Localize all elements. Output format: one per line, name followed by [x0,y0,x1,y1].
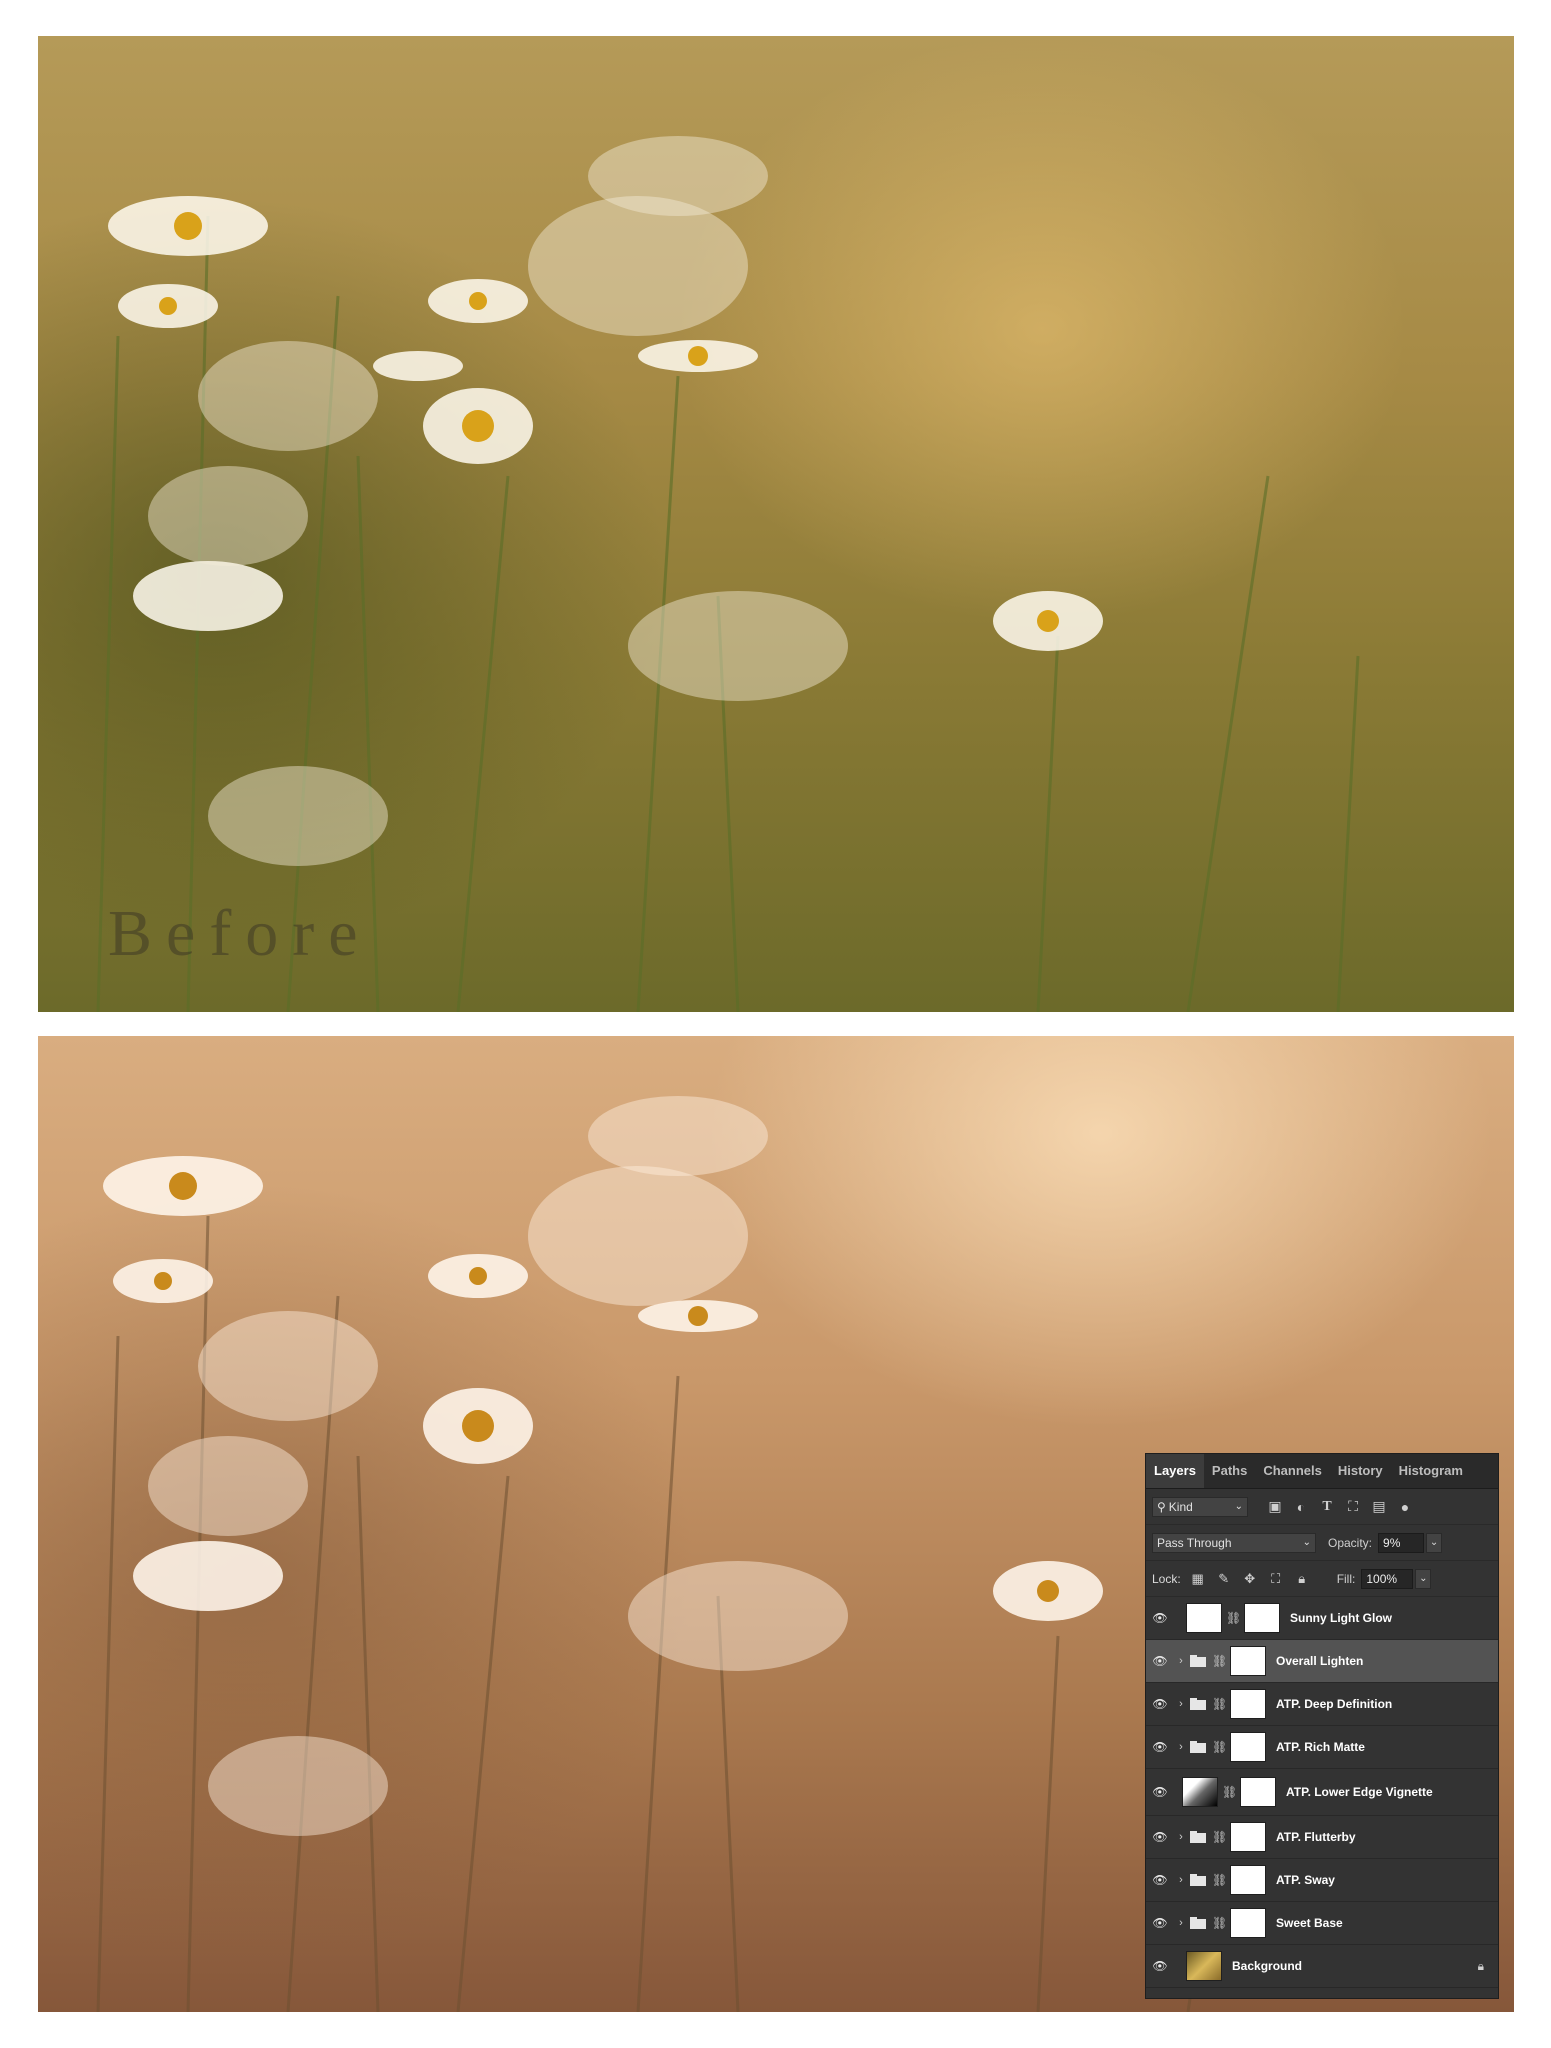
layer-name: Sunny Light Glow [1290,1611,1392,1625]
visibility-eye-icon[interactable]: 👁︎ [1146,1611,1174,1625]
layer-mask-thumbnail [1230,1732,1266,1762]
visibility-eye-icon[interactable]: 👁︎ [1146,1830,1174,1844]
folder-icon [1190,1831,1208,1843]
lock-artboard-icon[interactable]: ⛶ [1263,1571,1289,1587]
tab-paths[interactable]: Paths [1204,1454,1255,1488]
folder-icon [1190,1917,1208,1929]
link-icon: ⛓︎ [1212,1873,1228,1887]
lock-label: Lock: [1152,1571,1181,1586]
search-icon: ⚲ [1157,1499,1166,1514]
before-photo: Before [38,36,1514,1012]
before-label: Before [108,897,372,970]
layer-mask-thumbnail [1230,1646,1266,1676]
visibility-eye-icon[interactable]: 👁︎ [1146,1697,1174,1711]
image-filter-icon[interactable]: ▣ [1262,1498,1288,1515]
chevron-right-icon[interactable]: › [1174,1917,1188,1929]
link-icon: ⛓︎ [1212,1740,1228,1754]
blend-row: Pass Through ⌄ Opacity: 9% ⌄ [1146,1525,1498,1561]
lock-row: Lock: ▦ ✎ ✥ ⛶ 🔒︎ Fill: 100% ⌄ [1146,1561,1498,1597]
folder-icon [1190,1698,1208,1710]
layer-name: ATP. Sway [1276,1873,1335,1887]
layer-row-sway[interactable]: 👁︎ › ⛓︎ ATP. Sway [1146,1859,1498,1902]
filter-kind-select[interactable]: ⚲ Kind ⌄ [1152,1496,1248,1517]
link-icon: ⛓︎ [1212,1916,1228,1930]
chevron-down-icon: ⌄ [1302,1537,1311,1548]
link-icon: ⛓︎ [1212,1654,1228,1668]
layer-row-rich-matte[interactable]: 👁︎ › ⛓︎ ATP. Rich Matte [1146,1726,1498,1769]
lock-transparency-icon[interactable]: ▦ [1185,1571,1211,1587]
filter-row: ⚲ Kind ⌄ ▣ ◐ T ⛶ ▤ ● [1146,1489,1498,1525]
layer-row-sweet-base[interactable]: 👁︎ › ⛓︎ Sweet Base [1146,1902,1498,1945]
filter-kind-label: Kind [1168,1499,1193,1514]
adjustment-filter-icon[interactable]: ◐ [1288,1499,1314,1515]
layer-name: Overall Lighten [1276,1654,1364,1668]
layer-name: ATP. Lower Edge Vignette [1286,1785,1433,1799]
link-icon: ⛓︎ [1212,1830,1228,1844]
tab-channels[interactable]: Channels [1255,1454,1330,1488]
layer-mask-thumbnail [1240,1777,1276,1807]
layer-row-flutterby[interactable]: 👁︎ › ⛓︎ ATP. Flutterby [1146,1816,1498,1859]
layer-mask-thumbnail [1230,1689,1266,1719]
smart-object-filter-icon[interactable]: ▤ [1366,1498,1392,1515]
layer-name: ATP. Deep Definition [1276,1697,1393,1711]
lock-icon: 🔒︎ [1477,1958,1484,1973]
chevron-right-icon[interactable]: › [1174,1874,1188,1886]
layer-mask-thumbnail [1230,1822,1266,1852]
folder-icon [1190,1874,1208,1886]
chevron-down-icon: ⌄ [1234,1501,1243,1512]
chevron-right-icon[interactable]: › [1174,1655,1188,1667]
layer-name: ATP. Rich Matte [1276,1740,1365,1754]
folder-icon [1190,1655,1208,1667]
layers-panel: Layers Paths Channels History Histogram … [1146,1454,1498,1998]
chevron-right-icon[interactable]: › [1174,1741,1188,1753]
blend-mode-value: Pass Through [1157,1535,1232,1550]
panel-tabs: Layers Paths Channels History Histogram [1146,1454,1498,1489]
type-filter-icon[interactable]: T [1314,1499,1340,1515]
lock-all-icon[interactable]: 🔒︎ [1289,1571,1315,1587]
fill-label: Fill: [1336,1571,1356,1586]
lock-position-icon[interactable]: ✥ [1237,1571,1263,1587]
visibility-eye-icon[interactable]: 👁︎ [1146,1873,1174,1887]
fill-dropdown-icon[interactable]: ⌄ [1415,1568,1432,1589]
visibility-eye-icon[interactable]: 👁︎ [1146,1654,1174,1668]
tab-histogram[interactable]: Histogram [1391,1454,1471,1488]
tab-history[interactable]: History [1330,1454,1391,1488]
layer-row-deep-definition[interactable]: 👁︎ › ⛓︎ ATP. Deep Definition [1146,1683,1498,1726]
link-icon: ⛓︎ [1226,1611,1242,1625]
layer-row-sunny-light-glow[interactable]: 👁︎ ⛓︎ Sunny Light Glow [1146,1597,1498,1640]
visibility-eye-icon[interactable]: 👁︎ [1146,1916,1174,1930]
layer-mask-thumbnail [1230,1908,1266,1938]
layer-name: Background [1232,1959,1303,1973]
blend-mode-select[interactable]: Pass Through ⌄ [1152,1532,1316,1553]
layer-thumbnail [1186,1603,1222,1633]
visibility-eye-icon[interactable]: 👁︎ [1146,1740,1174,1754]
layer-row-lower-edge-vignette[interactable]: 👁︎ ⛓︎ ATP. Lower Edge Vignette [1146,1769,1498,1816]
visibility-eye-icon[interactable]: 👁︎ [1146,1959,1174,1973]
link-icon: ⛓︎ [1222,1785,1238,1799]
before-photo-art [96,136,1360,1012]
visibility-eye-icon[interactable]: 👁︎ [1146,1785,1174,1799]
tab-layers[interactable]: Layers [1146,1454,1204,1488]
chevron-right-icon[interactable]: › [1174,1698,1188,1710]
background-thumbnail [1186,1951,1222,1981]
folder-icon [1190,1741,1208,1753]
shape-filter-icon[interactable]: ⛶ [1340,1498,1366,1515]
link-icon: ⛓︎ [1212,1697,1228,1711]
lock-brush-icon[interactable]: ✎ [1211,1571,1237,1587]
filter-toggle-icon[interactable]: ● [1392,1499,1418,1515]
layer-row-overall-lighten[interactable]: 👁︎ › ⛓︎ Overall Lighten [1146,1640,1498,1683]
fill-input[interactable]: 100% [1361,1568,1414,1589]
layer-name: Sweet Base [1276,1916,1343,1930]
layer-name: ATP. Flutterby [1276,1830,1356,1844]
opacity-label: Opacity: [1328,1535,1373,1550]
gradient-fill-thumbnail [1182,1777,1218,1807]
layer-mask-thumbnail [1244,1603,1280,1633]
chevron-right-icon[interactable]: › [1174,1831,1188,1843]
opacity-input[interactable]: 9% [1378,1532,1425,1553]
layer-row-background[interactable]: 👁︎ Background 🔒︎ [1146,1945,1498,1988]
opacity-dropdown-icon[interactable]: ⌄ [1426,1532,1443,1553]
layer-mask-thumbnail [1230,1865,1266,1895]
